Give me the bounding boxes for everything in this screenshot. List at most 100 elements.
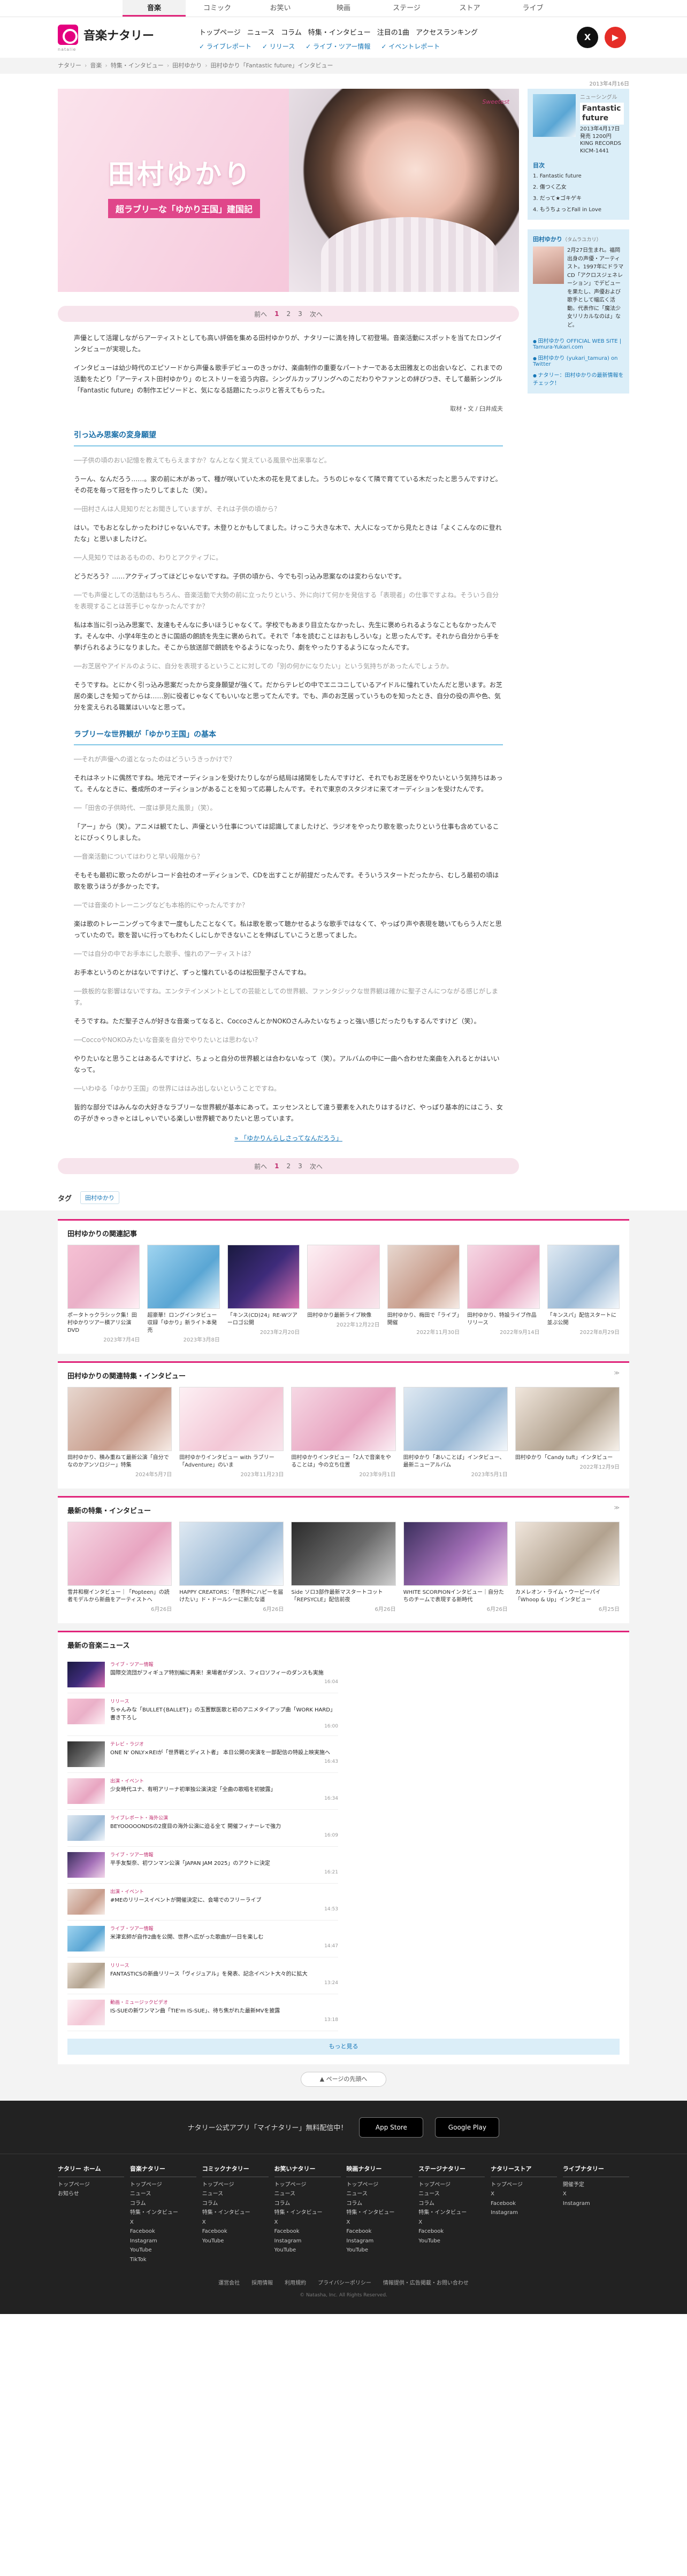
footer-link[interactable]: 開催予定 <box>563 2180 629 2190</box>
pager-next[interactable]: 次へ <box>310 310 323 319</box>
site-logo[interactable]: 音楽ナタリー natalie <box>58 25 154 52</box>
footer-link[interactable]: YouTube <box>202 2236 269 2246</box>
tag-chip[interactable]: 田村ゆかり <box>80 1191 120 1205</box>
cat-tab-store[interactable]: ストア <box>438 0 501 17</box>
footer-link[interactable]: Facebook <box>491 2199 557 2209</box>
footer-link[interactable]: トップページ <box>202 2180 269 2190</box>
pager-page-2[interactable]: 2 <box>287 1162 291 1170</box>
article-card[interactable]: 田村ゆかり、梅田で「ライブ」開催 2022年11月30日 <box>387 1245 460 1344</box>
gnav-pickup[interactable]: 注目の1曲 <box>377 27 409 37</box>
footer-link[interactable]: 特集・インタビュー <box>202 2208 269 2218</box>
snav-event-report[interactable]: イベントレポート <box>381 42 440 51</box>
footer-link[interactable]: 特集・インタビュー <box>418 2208 485 2218</box>
crumb-feature[interactable]: 特集・インタビュー <box>111 58 164 74</box>
pager-page-3[interactable]: 3 <box>298 1162 302 1170</box>
footer-column-heading[interactable]: ライブナタリー <box>562 2164 629 2177</box>
gnav-feature[interactable]: 特集・インタビュー <box>308 27 371 37</box>
footer-link-company[interactable]: 運営会社 <box>218 2278 240 2286</box>
article-card[interactable]: 雪井和樹インタビュー｜「Popteen」の読者モデルから新曲をアーティストへ 6月… <box>67 1522 172 1614</box>
footer-link[interactable]: Facebook <box>202 2227 269 2236</box>
footer-link[interactable]: 特集・インタビュー <box>130 2208 196 2218</box>
cat-tab-stage[interactable]: ステージ <box>375 0 438 17</box>
app-store-button[interactable]: App Store <box>359 2117 424 2138</box>
profile-link-official[interactable]: 田村ゆかり OFFICIAL WEB SITE | Tamura-Yukari.… <box>533 335 624 352</box>
profile-link-natalie[interactable]: ナタリー：田村ゆかりの最新情報をチェック！ <box>533 369 624 388</box>
article-card[interactable]: 田村ゆかり「あいことば」インタビュー、最新ニューアルバム 2023年5月1日 <box>403 1387 508 1479</box>
footer-link[interactable]: TikTok <box>130 2255 196 2265</box>
cat-tab-music[interactable]: 音楽 <box>123 0 186 17</box>
footer-column-heading[interactable]: ナタリー ホーム <box>58 2164 124 2177</box>
snav-live-report[interactable]: ライブレポート <box>199 42 251 51</box>
footer-link[interactable]: Instagram <box>346 2236 413 2246</box>
news-item[interactable]: リリース ちゃんみな「BULLET{BALLET}」の玉置獣医歌と初のアニメタイア… <box>67 1693 338 1737</box>
news-item[interactable]: ライブ・ツアー情報 平手友梨奈、初ワンマン公演「JAPAN JAM 2025」のア… <box>67 1847 338 1884</box>
footer-link[interactable]: Facebook <box>346 2227 413 2236</box>
footer-link[interactable]: トップページ <box>418 2180 485 2190</box>
gnav-news[interactable]: ニュース <box>247 27 274 37</box>
pager-next[interactable]: 次へ <box>310 1162 323 1171</box>
footer-column-heading[interactable]: 音楽ナタリー <box>129 2164 196 2177</box>
back-to-top-button[interactable]: ▲ ページの先頭へ <box>301 2072 386 2087</box>
footer-link[interactable]: トップページ <box>346 2180 413 2190</box>
footer-link[interactable]: YouTube <box>346 2246 413 2255</box>
footer-link-contact[interactable]: 情報提供・広告掲載・お問い合わせ <box>383 2278 469 2286</box>
footer-link[interactable]: コラム <box>130 2199 196 2209</box>
footer-column-heading[interactable]: 映画ナタリー <box>346 2164 413 2177</box>
footer-link[interactable]: X <box>563 2189 629 2199</box>
news-item[interactable]: 出演・イベント #MEのリリースイベントが開催決定に、会場でのフリーライブ 14:5… <box>67 1884 338 1921</box>
footer-link[interactable]: X <box>491 2189 557 2199</box>
crumb-artist[interactable]: 田村ゆかり <box>172 58 202 74</box>
cat-tab-owarai[interactable]: お笑い <box>249 0 312 17</box>
article-card[interactable]: 田村ゆかりインタビュー with ラブリー「Adventure」のいま 2023年… <box>179 1387 284 1479</box>
footer-column-heading[interactable]: お笑いナタリー <box>274 2164 341 2177</box>
interview-more-link[interactable]: ≫ <box>614 1370 620 1380</box>
gnav-column[interactable]: コラム <box>281 27 302 37</box>
footer-link[interactable]: トップページ <box>491 2180 557 2190</box>
footer-link[interactable]: X <box>418 2218 485 2227</box>
article-card[interactable]: 「キンスパ」配信スタートに並ぶ公開 2022年8月29日 <box>547 1245 620 1344</box>
news-item[interactable]: ライブ・ツアー情報 国際交流団がフィギュア特別編に再来！来場者がダンス、フィロソフ… <box>67 1656 338 1694</box>
footer-link[interactable]: Instagram <box>274 2236 341 2246</box>
news-item[interactable]: リリース FANTASTICSの新曲リリース「ヴィジュアル」を発表、記念イベント大… <box>67 1957 338 1995</box>
footer-link[interactable]: コラム <box>418 2199 485 2209</box>
footer-link[interactable]: コラム <box>202 2199 269 2209</box>
news-item[interactable]: ライブ・ツアー情報 米津玄師が自作2曲を公開、世界へ広がった歌曲が一日を楽しむ 14… <box>67 1921 338 1958</box>
footer-link[interactable]: Instagram <box>563 2199 629 2209</box>
news-more-button[interactable]: もっと見る <box>67 2039 620 2055</box>
snav-live-tour[interactable]: ライブ・ツアー情報 <box>306 42 370 51</box>
article-card[interactable]: カメレオン・ライム・ウーピーパイ「Whoop & Up」インタビュー 6月25日 <box>515 1522 620 1614</box>
article-card[interactable]: 田村ゆかり最新ライブ映像 2022年12月22日 <box>307 1245 380 1344</box>
footer-link[interactable]: トップページ <box>130 2180 196 2190</box>
profile-link-twitter[interactable]: 田村ゆかり (yukari_tamura) on Twitter <box>533 352 624 369</box>
footer-link[interactable]: Instagram <box>130 2236 196 2246</box>
footer-link-privacy[interactable]: プライバシーポリシー <box>318 2278 371 2286</box>
footer-link[interactable]: Facebook <box>274 2227 341 2236</box>
footer-link[interactable]: YouTube <box>274 2246 341 2255</box>
footer-link[interactable]: トップページ <box>58 2180 124 2190</box>
google-play-button[interactable]: Google Play <box>435 2117 500 2138</box>
footer-link-recruit[interactable]: 採用情報 <box>251 2278 273 2286</box>
youtube-icon[interactable]: ▶ <box>605 27 626 48</box>
article-card[interactable]: HAPPY CREATORS：「世界中にハピーを届けたい」ド・ドールシーに新たな… <box>179 1522 284 1614</box>
footer-link[interactable]: コラム <box>346 2199 413 2209</box>
footer-link[interactable]: ニュース <box>130 2189 196 2199</box>
footer-column-heading[interactable]: コミックナタリー <box>202 2164 269 2177</box>
footer-link-terms[interactable]: 利用規約 <box>285 2278 306 2286</box>
footer-column-heading[interactable]: ナタリーストア <box>491 2164 558 2177</box>
news-item[interactable]: 出演・イベント 少女時代ユナ、有明アリーナ初単独公演決定「全曲の歌唱を初披露」 16… <box>67 1773 338 1810</box>
footer-link[interactable]: ニュース <box>346 2189 413 2199</box>
next-page-link[interactable]: » 「ゆかりんらしさってなんだろう」 <box>74 1133 503 1144</box>
footer-link[interactable]: X <box>202 2218 269 2227</box>
footer-link[interactable]: 特集・インタビュー <box>274 2208 341 2218</box>
article-card[interactable]: 「キンス(CD)24」RE-Wツアーロゴ公開 2023年2月20日 <box>227 1245 300 1344</box>
footer-link[interactable]: Instagram <box>491 2208 557 2218</box>
footer-link[interactable]: ニュース <box>274 2189 341 2199</box>
pager-page-3[interactable]: 3 <box>298 310 302 318</box>
crumb-music[interactable]: 音楽 <box>90 58 102 74</box>
footer-link[interactable]: ニュース <box>418 2189 485 2199</box>
footer-link[interactable]: Facebook <box>130 2227 196 2236</box>
features-more-link[interactable]: ≫ <box>614 1505 620 1515</box>
article-card[interactable]: Side ソロ3部作最新マスタートコット「REPSYCLE」配信前夜 6月26日 <box>291 1522 396 1614</box>
article-card[interactable]: 田村ゆかり、積み重ねて最新公演「自分でなのかアンソロジー」特集 2024年5月7日 <box>67 1387 172 1479</box>
news-item[interactable]: テレビ・ラジオ ONE N' ONLY×REIが「世界戦とディス卜者」 本日公開の… <box>67 1736 338 1773</box>
